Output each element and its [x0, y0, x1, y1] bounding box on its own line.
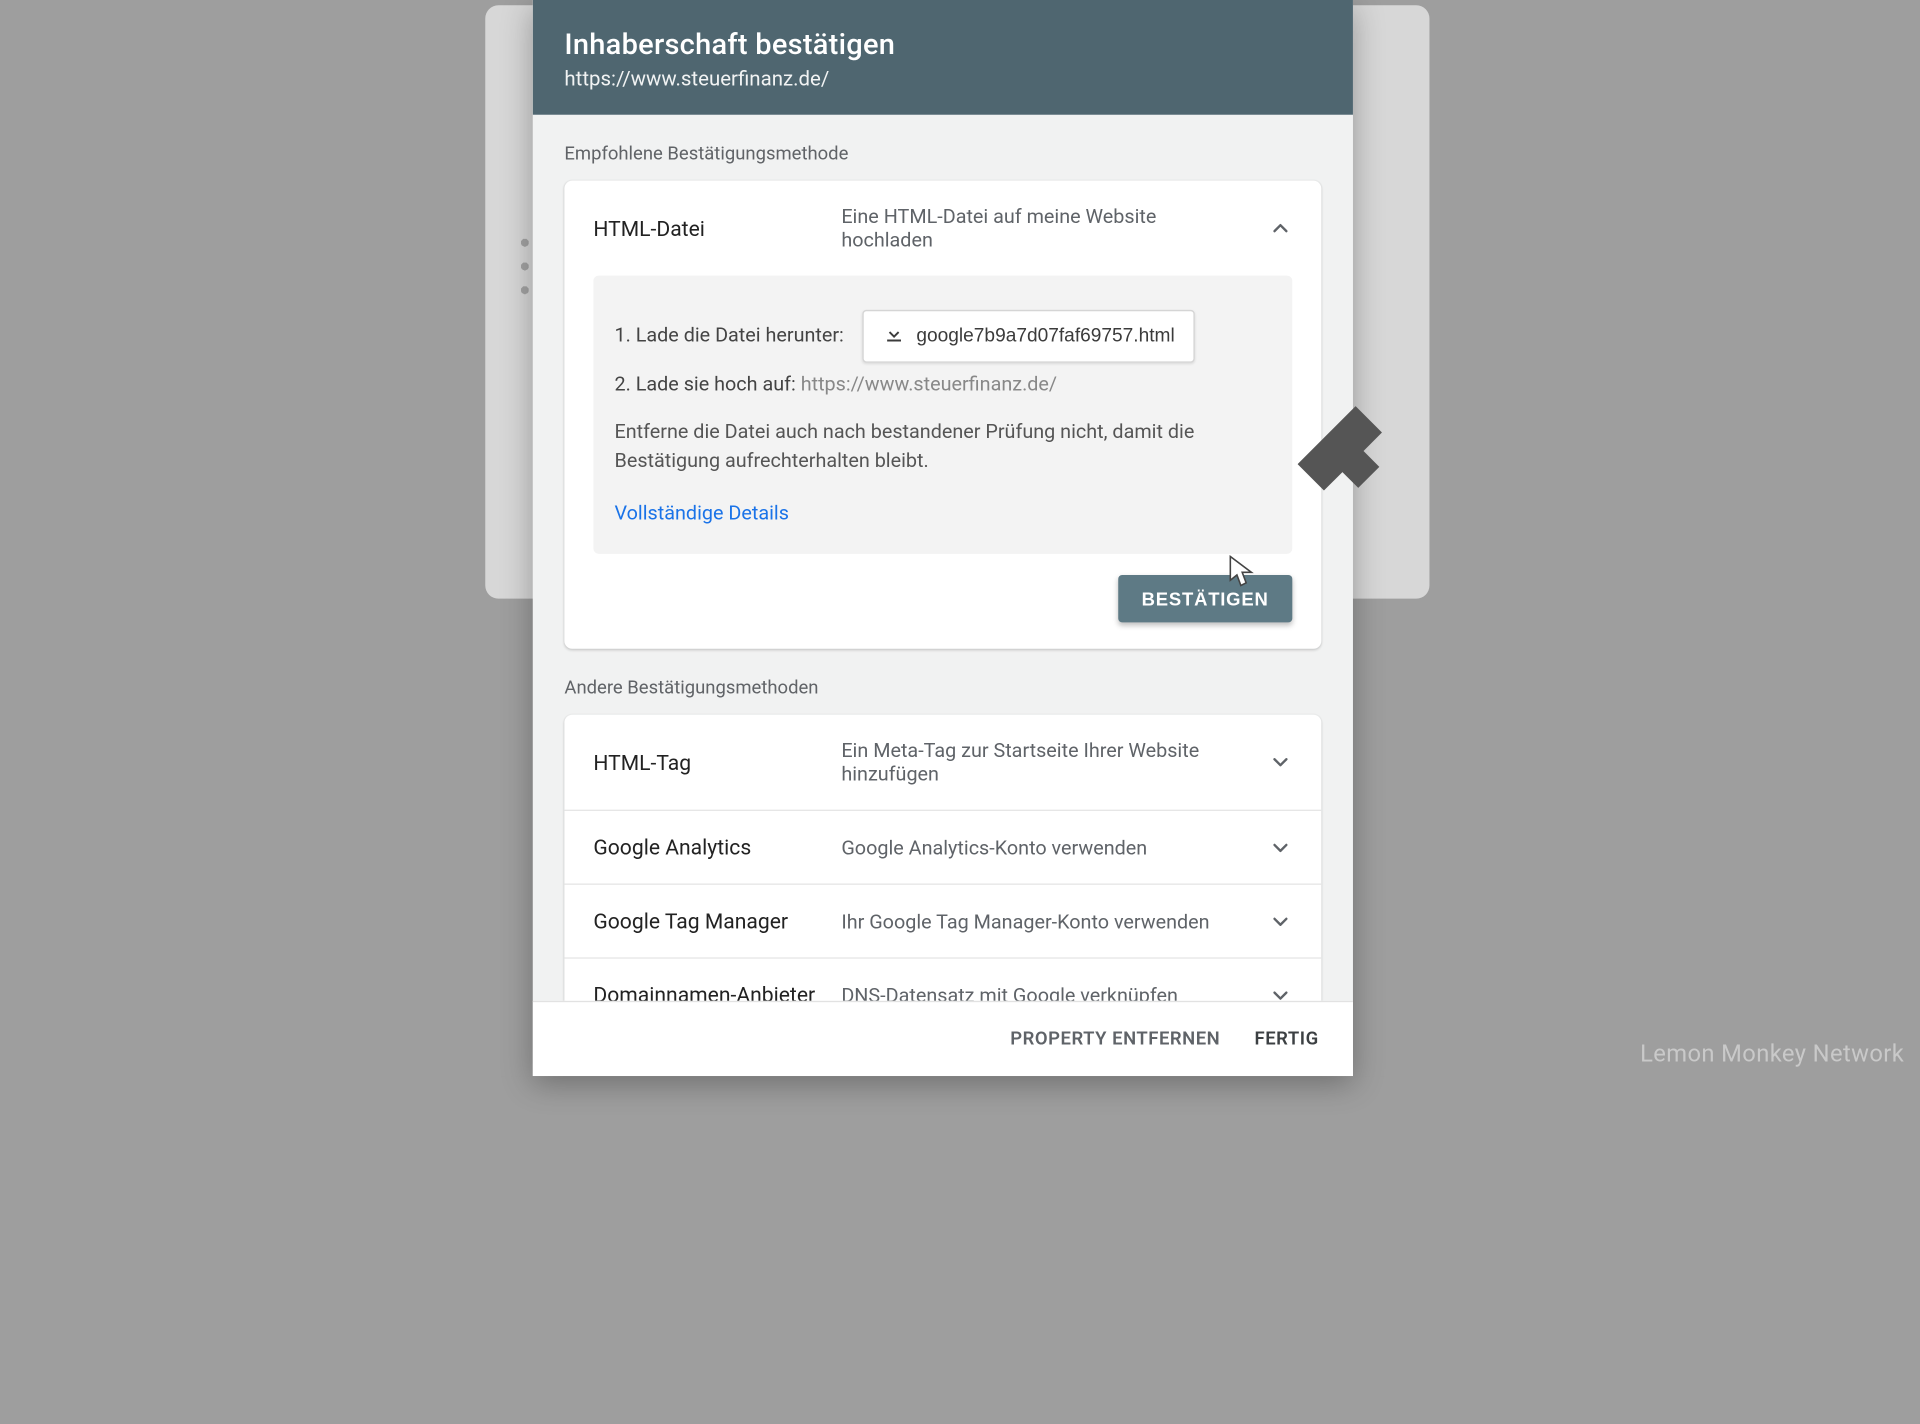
method-title: HTML-Tag — [593, 750, 817, 775]
method-title: Google Analytics — [593, 835, 817, 860]
dialog-footer: PROPERTY ENTFERNEN FERTIG — [533, 1001, 1353, 1076]
step1-label: 1. Lade die Datei herunter: — [615, 322, 844, 351]
html-file-panel: 1. Lade die Datei herunter: google7b9a7d… — [593, 276, 1292, 555]
method-row-google-tag-manager[interactable]: Google Tag Manager Ihr Google Tag Manage… — [564, 884, 1321, 958]
download-icon — [882, 322, 906, 351]
other-section-label: Andere Bestätigungsmethoden — [564, 678, 1321, 699]
method-description: Google Analytics-Konto verwenden — [841, 836, 1245, 860]
chevron-down-icon — [1269, 836, 1293, 860]
method-description: Ein Meta-Tag zur Startseite Ihrer Websit… — [841, 739, 1245, 786]
method-row-html-file[interactable]: HTML-Datei Eine HTML-Datei auf meine Web… — [564, 181, 1321, 276]
remove-property-button[interactable]: PROPERTY ENTFERNEN — [1010, 1029, 1220, 1050]
chevron-down-icon — [1269, 910, 1293, 934]
method-description: Eine HTML-Datei auf meine Website hochla… — [841, 204, 1245, 251]
verify-ownership-dialog: Inhaberschaft bestätigen https://www.ste… — [533, 0, 1353, 1076]
step2-url: https://www.steuerfinanz.de/ — [801, 372, 1057, 396]
method-row-google-analytics[interactable]: Google Analytics Google Analytics-Konto … — [564, 810, 1321, 884]
method-title: HTML-Datei — [593, 216, 817, 241]
method-row-domain-provider[interactable]: Domainnamen-Anbieter DNS-Datensatz mit G… — [564, 958, 1321, 1001]
chevron-up-icon — [1269, 216, 1293, 240]
dialog-title: Inhaberschaft bestätigen — [564, 29, 1321, 62]
download-filename: google7b9a7d07faf69757.html — [916, 326, 1174, 347]
method-title: Domainnamen-Anbieter — [593, 983, 817, 1001]
watermark: Lemon Monkey Network — [1640, 1040, 1904, 1068]
recommended-method-card: HTML-Datei Eine HTML-Datei auf meine Web… — [564, 181, 1321, 649]
chevron-down-icon — [1269, 983, 1293, 1000]
method-title: Google Tag Manager — [593, 909, 817, 934]
chevron-down-icon — [1269, 751, 1293, 775]
step2-label: 2. Lade sie hoch auf: — [615, 372, 796, 396]
confirm-button[interactable]: BESTÄTIGEN — [1118, 575, 1292, 622]
method-description: DNS-Datensatz mit Google verknüpfen — [841, 983, 1245, 1000]
dialog-header: Inhaberschaft bestätigen https://www.ste… — [533, 0, 1353, 115]
dialog-url: https://www.steuerfinanz.de/ — [564, 67, 1321, 91]
full-details-link[interactable]: Vollständige Details — [615, 501, 789, 525]
method-row-html-tag[interactable]: HTML-Tag Ein Meta-Tag zur Startseite Ihr… — [564, 715, 1321, 810]
other-methods-card: HTML-Tag Ein Meta-Tag zur Startseite Ihr… — [564, 715, 1321, 1001]
done-button[interactable]: FERTIG — [1255, 1029, 1319, 1050]
method-description: Ihr Google Tag Manager-Konto verwenden — [841, 910, 1245, 934]
download-file-button[interactable]: google7b9a7d07faf69757.html — [862, 310, 1194, 363]
keep-file-note: Entferne die Datei auch nach bestandener… — [615, 418, 1272, 475]
recommended-section-label: Empfohlene Bestätigungsmethode — [564, 144, 1321, 165]
